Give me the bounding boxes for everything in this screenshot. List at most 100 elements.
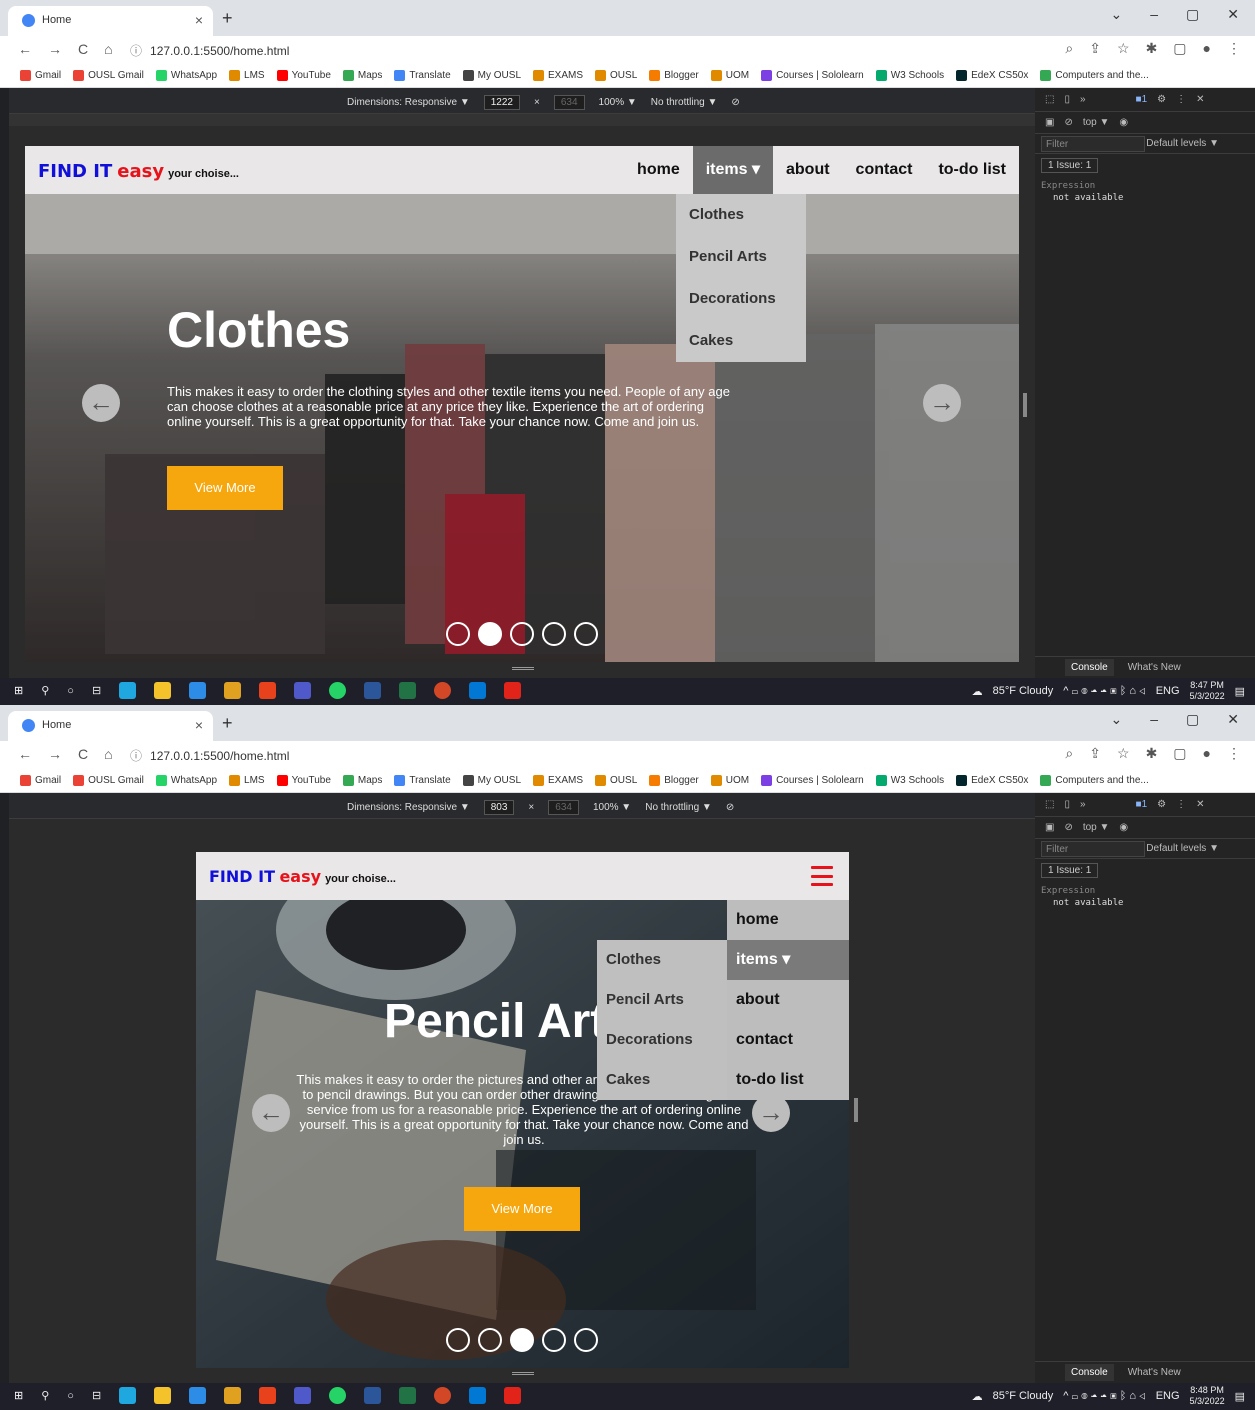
more-tabs-icon[interactable]: » bbox=[1080, 94, 1086, 105]
bookmark[interactable]: OUSL Gmail bbox=[73, 70, 144, 81]
weather-text[interactable]: 85°F Cloudy bbox=[993, 1390, 1054, 1402]
search-icon[interactable]: ⚲ bbox=[41, 1389, 49, 1402]
inspect-icon[interactable]: ⬚ bbox=[1045, 94, 1054, 105]
minimize-icon[interactable]: – bbox=[1150, 6, 1158, 23]
slide-dot[interactable] bbox=[446, 622, 470, 646]
site-logo[interactable]: FIND IT easy your choise... bbox=[38, 161, 239, 182]
browser-tab[interactable]: Home × bbox=[8, 711, 213, 741]
hamburger-menu-icon[interactable] bbox=[811, 866, 833, 886]
nav-items[interactable]: items ▾ bbox=[692, 146, 773, 194]
settings-icon[interactable]: ⚙ bbox=[1157, 94, 1166, 105]
bookmark[interactable]: WhatsApp bbox=[155, 70, 217, 81]
vscode-icon[interactable] bbox=[469, 1387, 487, 1404]
star-icon[interactable]: ☆ bbox=[1117, 745, 1130, 762]
language-indicator[interactable]: ENG bbox=[1156, 1390, 1180, 1402]
cortana-icon[interactable]: ○ bbox=[67, 685, 74, 697]
resize-handle-bottom[interactable] bbox=[512, 1372, 534, 1375]
notification-icon[interactable]: ▤ bbox=[1235, 685, 1245, 698]
close-devtools-icon[interactable]: ✕ bbox=[1196, 94, 1204, 105]
dimensions-select[interactable]: Dimensions: Responsive ▼ bbox=[347, 97, 470, 108]
sidepanel-icon[interactable]: ▢ bbox=[1173, 745, 1186, 762]
avatar[interactable]: ● bbox=[1203, 745, 1211, 762]
slide-dot-active[interactable] bbox=[510, 1328, 534, 1352]
windows-start-icon[interactable]: ⊞ bbox=[14, 1389, 23, 1402]
nav-items[interactable]: items ▾ bbox=[727, 940, 849, 980]
powerpoint-icon[interactable] bbox=[434, 1387, 452, 1404]
slide-dot[interactable] bbox=[478, 1328, 502, 1352]
view-more-button[interactable]: View More bbox=[464, 1187, 580, 1231]
browser-tab[interactable]: Home × bbox=[8, 6, 213, 36]
tab-console[interactable]: Console bbox=[1065, 659, 1114, 676]
home-icon[interactable]: ⌂ bbox=[104, 746, 112, 762]
kebab-icon[interactable]: ⋮ bbox=[1176, 799, 1186, 810]
edge-icon[interactable] bbox=[119, 1387, 137, 1404]
nav-contact[interactable]: contact bbox=[727, 1020, 849, 1060]
tab-whats-new[interactable]: What's New bbox=[1128, 662, 1181, 673]
file-explorer-icon[interactable] bbox=[154, 1387, 172, 1404]
bookmark[interactable]: WhatsApp bbox=[155, 775, 217, 786]
cortana-icon[interactable]: ○ bbox=[67, 1390, 74, 1402]
slide-dot-active[interactable] bbox=[478, 622, 502, 646]
bookmark[interactable]: Translate bbox=[394, 775, 451, 786]
bookmark[interactable]: My OUSL bbox=[462, 70, 521, 81]
forward-icon[interactable]: → bbox=[48, 41, 62, 57]
levels-select[interactable]: Default levels ▼ bbox=[1146, 843, 1219, 854]
share-icon[interactable]: ⇪ bbox=[1089, 745, 1101, 762]
inspect-icon[interactable]: ⬚ bbox=[1045, 799, 1054, 810]
weather-icon[interactable]: ☁ bbox=[972, 1390, 983, 1403]
bookmark[interactable]: EXAMS bbox=[533, 775, 583, 786]
sidepanel-icon[interactable]: ▢ bbox=[1173, 40, 1186, 57]
nav-about[interactable]: about bbox=[727, 980, 849, 1020]
settings-icon[interactable]: ⚙ bbox=[1157, 799, 1166, 810]
bookmark[interactable]: EdeX CS50x bbox=[956, 70, 1028, 81]
bookmark[interactable]: W3 Schools bbox=[875, 775, 944, 786]
extensions-icon[interactable]: ✱ bbox=[1146, 745, 1158, 762]
maximize-icon[interactable]: ▢ bbox=[1186, 711, 1199, 728]
star-icon[interactable]: ☆ bbox=[1117, 40, 1130, 57]
teams-icon[interactable] bbox=[294, 682, 312, 699]
slide-dot[interactable] bbox=[574, 1328, 598, 1352]
rotate-icon[interactable]: ⊘ bbox=[731, 97, 739, 108]
mail-icon[interactable] bbox=[189, 1387, 207, 1404]
info-icon[interactable]: ⓘ bbox=[130, 749, 142, 763]
issues-badge[interactable]: ■1 bbox=[1136, 94, 1148, 105]
bookmark[interactable]: Translate bbox=[394, 70, 451, 81]
bookmark[interactable]: YouTube bbox=[276, 775, 331, 786]
vscode-icon[interactable] bbox=[469, 682, 487, 699]
nav-about[interactable]: about bbox=[773, 146, 843, 194]
slide-dot[interactable] bbox=[510, 622, 534, 646]
info-icon[interactable]: ⓘ bbox=[130, 44, 142, 58]
more-tabs-icon[interactable]: » bbox=[1080, 799, 1086, 810]
task-view-icon[interactable]: ⊟ bbox=[92, 1389, 101, 1402]
tray-icons[interactable]: ^ ▭ ◍ ☁ ☁ ▣ ᛒ ⌂ ◁ bbox=[1063, 685, 1145, 697]
chrome-icon[interactable] bbox=[224, 1387, 242, 1404]
windows-start-icon[interactable]: ⊞ bbox=[14, 684, 23, 697]
issue-badge[interactable]: 1 Issue: 1 bbox=[1041, 158, 1099, 173]
issues-badge[interactable]: ■1 bbox=[1136, 799, 1148, 810]
menu-icon[interactable]: ⋮ bbox=[1227, 40, 1241, 57]
teams-icon[interactable] bbox=[294, 1387, 312, 1404]
close-window-icon[interactable]: ✕ bbox=[1227, 6, 1239, 23]
bookmark[interactable]: Gmail bbox=[20, 775, 61, 786]
next-arrow-icon[interactable]: → bbox=[923, 384, 961, 422]
close-window-icon[interactable]: ✕ bbox=[1227, 711, 1239, 728]
bookmark[interactable]: UOM bbox=[710, 70, 749, 81]
context-select[interactable]: top ▼ bbox=[1083, 117, 1110, 128]
nav-todo[interactable]: to-do list bbox=[727, 1060, 849, 1100]
new-tab-icon[interactable]: + bbox=[222, 8, 233, 29]
dropdown-pencil-arts[interactable]: Pencil Arts bbox=[676, 236, 806, 278]
bookmark[interactable]: Blogger bbox=[649, 775, 699, 786]
bookmark[interactable]: Computers and the... bbox=[1040, 775, 1149, 786]
bookmark[interactable]: Maps bbox=[342, 775, 382, 786]
kebab-icon[interactable]: ⋮ bbox=[1176, 94, 1186, 105]
dropdown-decorations[interactable]: Decorations bbox=[676, 278, 806, 320]
close-tab-icon[interactable]: × bbox=[195, 717, 203, 733]
filter-input[interactable]: Filter bbox=[1041, 840, 1145, 857]
slide-dot[interactable] bbox=[574, 622, 598, 646]
resize-handle-bottom[interactable] bbox=[512, 667, 534, 670]
slide-dot[interactable] bbox=[542, 622, 566, 646]
height-input[interactable]: 634 bbox=[548, 800, 579, 815]
prev-arrow-icon[interactable]: ← bbox=[82, 384, 120, 422]
width-input[interactable]: 803 bbox=[483, 800, 515, 815]
office-icon[interactable] bbox=[259, 682, 277, 699]
